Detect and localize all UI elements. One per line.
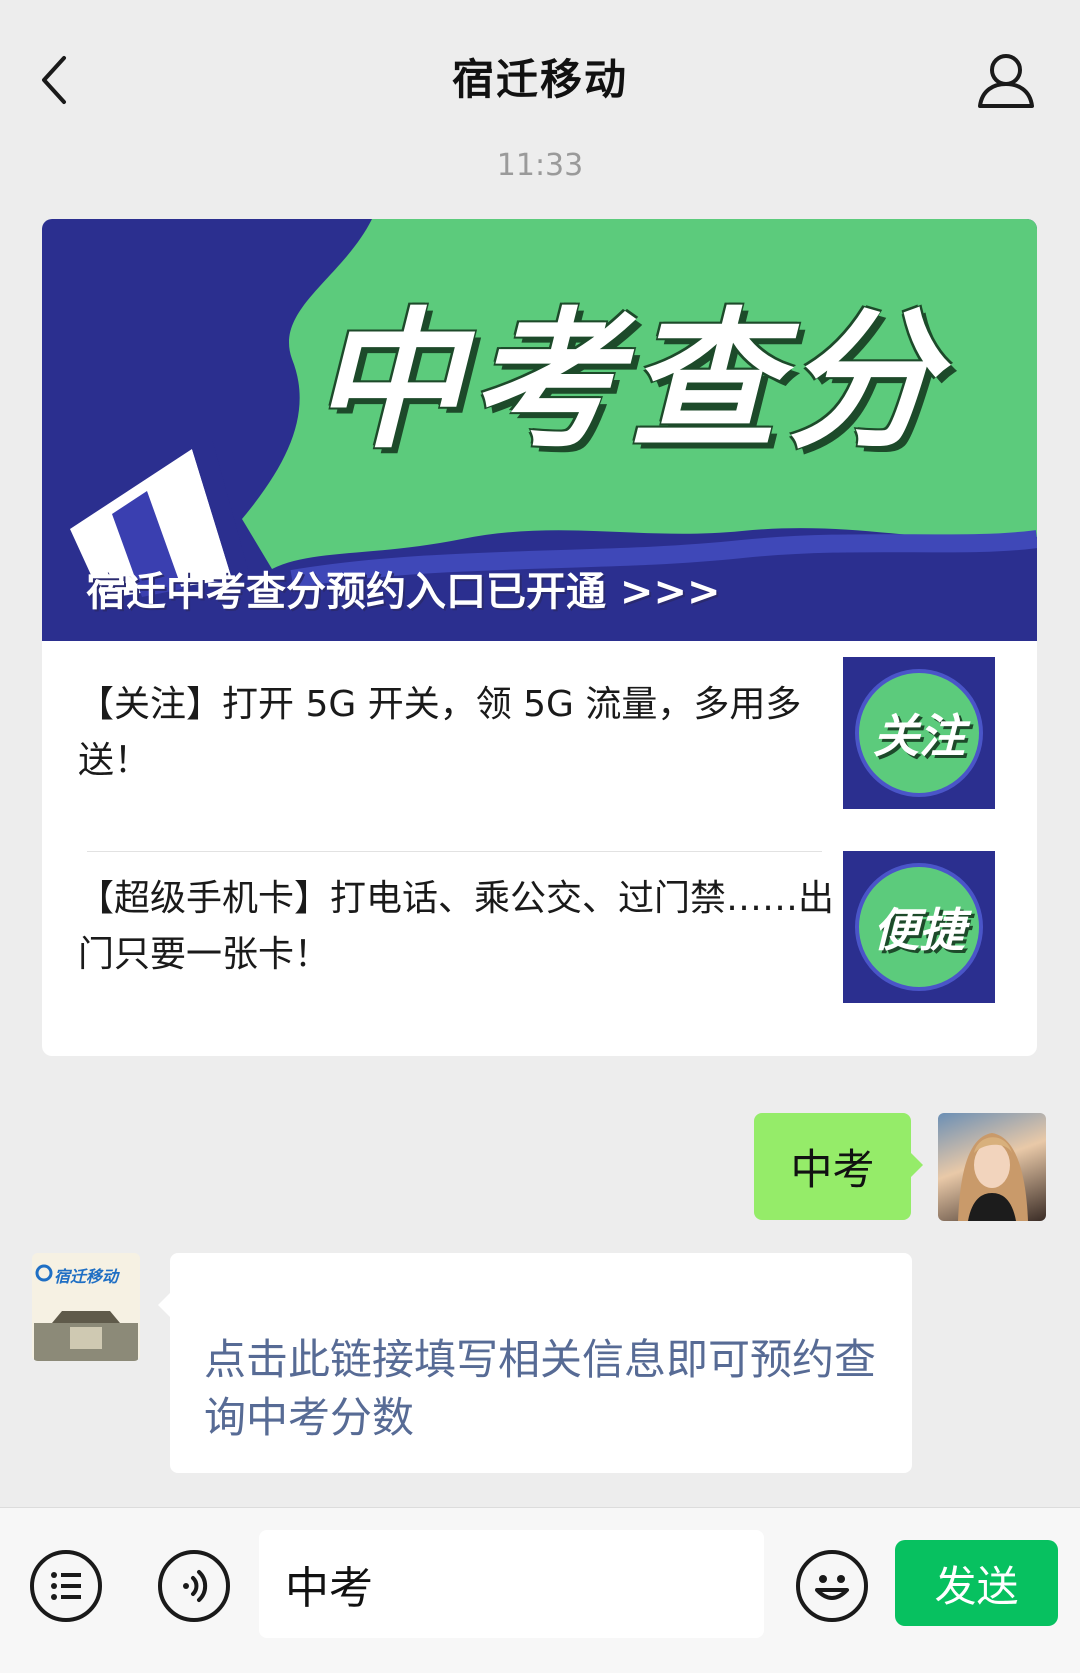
article-item-thumbnail: 便捷 xyxy=(843,851,995,1003)
banner-caption: 宿迁中考查分预约入口已开通 >>> xyxy=(86,569,721,615)
article-item[interactable]: 【超级手机卡】打电话、乘公交、过门禁……出门只要一张卡！ 便捷 xyxy=(42,841,1037,1031)
send-button[interactable]: 发送 xyxy=(895,1540,1058,1626)
voice-icon[interactable] xyxy=(158,1550,230,1622)
outgoing-message-text: 中考 xyxy=(790,1145,875,1194)
banner-headline: 中考查分 xyxy=(312,295,945,469)
reservation-link[interactable]: 点击此链接填写相关信息即可预约查询中考分数 xyxy=(204,1331,894,1447)
profile-icon[interactable] xyxy=(976,50,1036,110)
article-card: 中考查分 宿迁中考查分预约入口已开通 >>> 【关注】打开 5G 开关，领 5G… xyxy=(42,219,1037,1056)
article-item-title: 【关注】打开 5G 开关，领 5G 流量，多用多送！ xyxy=(78,684,802,781)
chat-header: 宿迁移动 xyxy=(0,0,1080,150)
incoming-message-bubble: 点击此链接填写相关信息即可预约查询中考分数 xyxy=(158,1253,912,1473)
official-account-avatar[interactable]: 宿迁移动 xyxy=(32,1253,140,1361)
article-item[interactable]: 【关注】打开 5G 开关，领 5G 流量，多用多送！ 关注 xyxy=(42,647,1037,837)
user-avatar[interactable] xyxy=(938,1113,1046,1221)
thumbnail-label: 关注 xyxy=(873,709,965,763)
article-banner[interactable]: 中考查分 宿迁中考查分预约入口已开通 >>> xyxy=(42,219,1037,641)
message-input[interactable] xyxy=(259,1530,764,1638)
menu-list-icon[interactable] xyxy=(30,1550,102,1622)
outgoing-message-bubble[interactable]: 中考 xyxy=(754,1113,923,1220)
article-item-title: 【超级手机卡】打电话、乘公交、过门禁……出门只要一张卡！ xyxy=(78,878,835,975)
input-bar: 发送 xyxy=(0,1507,1080,1673)
article-item-thumbnail: 关注 xyxy=(843,657,995,809)
chat-title: 宿迁移动 xyxy=(451,55,628,104)
emoji-icon[interactable] xyxy=(796,1550,868,1622)
message-timestamp: 11:33 xyxy=(496,148,584,183)
thumbnail-label: 便捷 xyxy=(873,903,965,957)
avatar-brand-text: 宿迁移动 xyxy=(54,1267,119,1286)
